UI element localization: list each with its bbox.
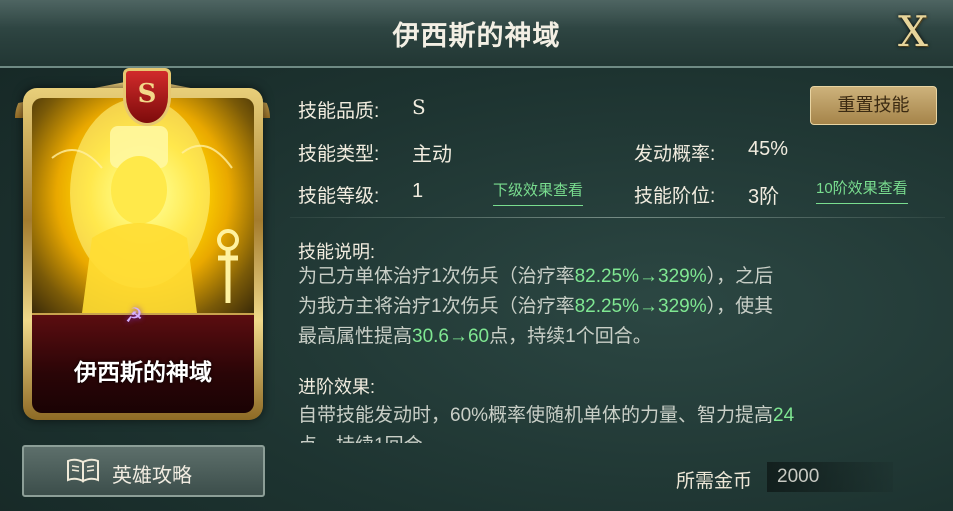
skill-artwork (32, 98, 254, 313)
next-level-effect-link[interactable]: 下级效果查看 (493, 179, 584, 206)
type-label: 技能类型: (298, 144, 380, 165)
skill-card: 伊西斯的神域 ☭ S (15, 68, 270, 423)
tier-label: 技能阶位: (634, 186, 716, 207)
advance-line-2: 点，持续1回合。 (298, 431, 908, 443)
page-title: 伊西斯的神域 (392, 21, 561, 51)
advance-effect-text: 自带技能发动时，60%概率使随机单体的力量、智力提高24 点，持续1回合。 (298, 401, 908, 443)
advance-effect-scroll[interactable]: 自带技能发动时，60%概率使随机单体的力量、智力提高24 点，持续1回合。 (298, 401, 918, 443)
description-line-1: 为己方单体治疗1次伤兵（治疗率82.25%→329%），之后 (298, 266, 774, 287)
title-bar: 伊西斯的神域 X (0, 0, 953, 68)
cost-value: 2000 (777, 466, 820, 487)
level-value: 1 (412, 180, 424, 202)
section-divider (290, 217, 945, 218)
faction-emblem-icon: ☭ (125, 305, 143, 327)
advance-line-1: 自带技能发动时，60%概率使随机单体的力量、智力提高24 (298, 405, 795, 426)
description-line-3: 最高属性提高30.6→60点，持续1个回合。 (298, 326, 652, 347)
reset-skill-button[interactable]: 重置技能 (810, 86, 937, 125)
golden-figure-illustration (51, 98, 239, 313)
level-label: 技能等级: (298, 186, 380, 207)
tier-value: 3阶 (748, 186, 780, 208)
advance-title: 进阶效果: (298, 377, 376, 397)
skill-description: 为己方单体治疗1次伤兵（治疗率82.25%→329%），之后 为我方主将治疗1次… (298, 262, 908, 352)
book-icon (67, 458, 99, 483)
close-button[interactable]: X (889, 8, 937, 56)
chance-value: 45% (748, 138, 789, 160)
card-skill-name: 伊西斯的神域 (74, 359, 212, 385)
quality-value: S (412, 95, 426, 119)
tier10-effect-link[interactable]: 10阶效果查看 (816, 177, 908, 204)
grade-badge: S (123, 68, 171, 126)
description-title: 技能说明: (298, 242, 376, 262)
quality-label: 技能品质: (298, 101, 380, 122)
description-line-2: 为我方主将治疗1次伤兵（治疗率82.25%→329%），使其 (298, 296, 774, 317)
hero-guide-button[interactable]: 英雄攻略 (22, 445, 265, 497)
type-value: 主动 (412, 144, 452, 166)
hero-guide-label: 英雄攻略 (112, 465, 192, 487)
cost-label: 所需金币 (676, 471, 753, 492)
chance-label: 发动概率: (634, 144, 716, 165)
